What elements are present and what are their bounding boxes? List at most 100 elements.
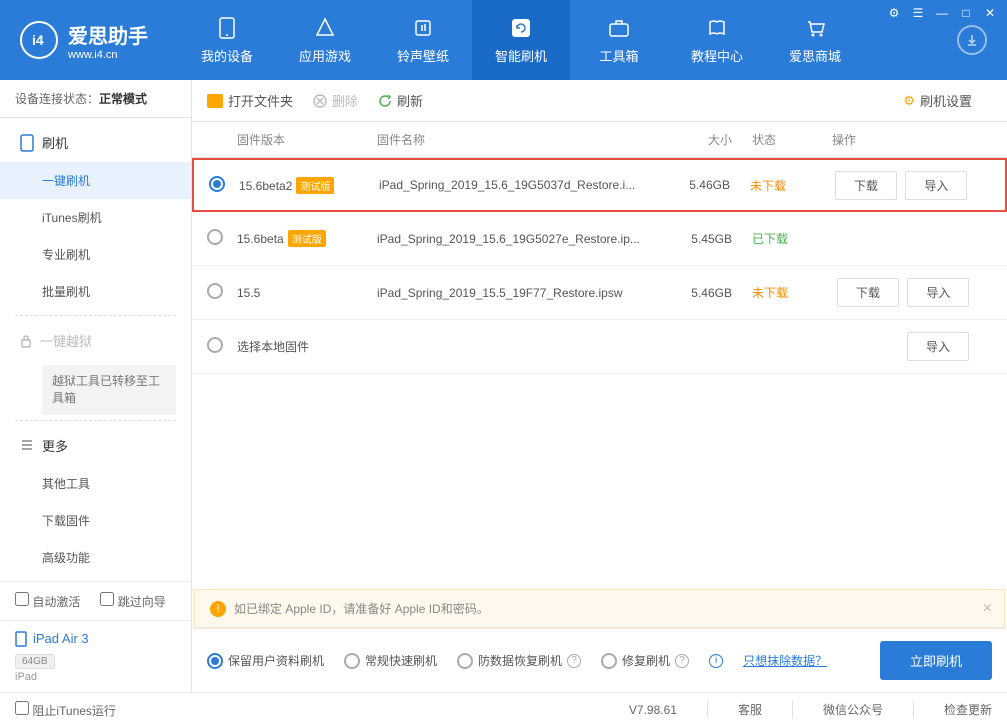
close-icon[interactable]: ✕ [979,4,1001,22]
sidebar-more[interactable]: 更多 [0,426,191,465]
option-anti-loss[interactable]: 防数据恢复刷机 ? [457,652,581,669]
radio-button [601,653,617,669]
phone-icon [215,16,239,40]
delete-button[interactable]: 删除 [313,91,358,110]
sidebar-oneclick-flash[interactable]: 一键刷机 [0,162,191,199]
table-header: 固件版本 固件名称 大小 状态 操作 [192,122,1007,158]
nav-tabs: 我的设备 应用游戏 铃声壁纸 智能刷机 工具箱 教程中心 爱思商城 [178,0,864,80]
table-row[interactable]: 15.6beta测试版 iPad_Spring_2019_15.6_19G502… [192,212,1007,266]
main-area: 设备连接状态：正常模式 刷机 一键刷机 iTunes刷机 专业刷机 批量刷机 一… [0,80,1007,692]
nav-tab-apps[interactable]: 应用游戏 [276,0,374,80]
book-icon [705,16,729,40]
storage-badge: 64GB [15,654,55,669]
footer: 阻止iTunes运行 V7.98.61 客服 微信公众号 检查更新 [0,692,1007,726]
nav-tab-store[interactable]: 爱思商城 [766,0,864,80]
col-action: 操作 [832,131,992,148]
sidebar-advanced[interactable]: 高级功能 [0,539,191,576]
import-button[interactable]: 导入 [905,171,967,200]
device-status: 设备连接状态：正常模式 [0,80,191,118]
phone-icon [20,134,34,152]
radio-button [207,653,223,669]
help-icon[interactable]: ? [567,654,581,668]
app-header: i4 爱思助手 www.i4.cn 我的设备 应用游戏 铃声壁纸 智能刷机 工具… [0,0,1007,80]
radio-button[interactable] [207,229,223,245]
table-body: 15.6beta2测试版 iPad_Spring_2019_15.6_19G50… [192,158,1007,589]
nav-tab-tutorial[interactable]: 教程中心 [668,0,766,80]
sidebar-flash[interactable]: 刷机 [0,123,191,162]
nav-tab-ringtone[interactable]: 铃声壁纸 [374,0,472,80]
close-notice-button[interactable]: × [983,600,992,618]
sidebar-pro-flash[interactable]: 专业刷机 [0,236,191,273]
open-folder-button[interactable]: 打开文件夹 [207,91,293,110]
warning-icon: ! [210,601,226,617]
radio-button[interactable] [207,283,223,299]
music-icon [411,16,435,40]
device-name: iPad Air 3 [15,631,176,647]
cart-icon [803,16,827,40]
lock-icon [20,334,32,348]
device-info: iPad Air 3 64GB iPad [0,620,191,693]
beta-badge: 测试版 [288,230,326,247]
refresh-icon [378,94,392,108]
option-normal[interactable]: 常规快速刷机 [344,652,437,669]
table-row[interactable]: 15.6beta2测试版 iPad_Spring_2019_15.6_19G50… [192,158,1007,212]
wechat-link[interactable]: 微信公众号 [792,701,883,718]
apps-icon [313,16,337,40]
customer-service-link[interactable]: 客服 [707,701,762,718]
download-button[interactable]: 下载 [835,171,897,200]
nav-tab-flash[interactable]: 智能刷机 [472,0,570,80]
sidebar: 设备连接状态：正常模式 刷机 一键刷机 iTunes刷机 专业刷机 批量刷机 一… [0,80,192,692]
import-button[interactable]: 导入 [907,332,969,361]
erase-link[interactable]: 只想抹除数据？ [743,652,827,669]
skip-guide-checkbox[interactable]: 跳过向导 [100,592,165,610]
check-update-link[interactable]: 检查更新 [913,701,992,718]
toolbar: 打开文件夹 删除 刷新 ⚙ 刷机设置 [192,80,1007,122]
import-button[interactable]: 导入 [907,278,969,307]
folder-icon [207,94,223,108]
download-button[interactable]: 下载 [837,278,899,307]
sidebar-itunes-flash[interactable]: iTunes刷机 [0,199,191,236]
maximize-icon[interactable]: □ [955,4,977,22]
options-bar: 保留用户资料刷机 常规快速刷机 防数据恢复刷机 ? 修复刷机 ? i 只想抹除数… [192,628,1007,692]
option-keep-data[interactable]: 保留用户资料刷机 [207,652,324,669]
radio-button[interactable] [209,176,225,192]
app-name: 爱思助手 [68,20,148,49]
info-icon: i [709,654,723,668]
col-name: 固件名称 [377,131,672,148]
settings-icon[interactable]: ⚙ [883,4,905,22]
table-row[interactable]: 15.5 iPad_Spring_2019_15.5_19F77_Restore… [192,266,1007,320]
refresh-icon [509,16,533,40]
logo-area: i4 爱思助手 www.i4.cn [0,20,168,61]
option-repair[interactable]: 修复刷机 ? [601,652,689,669]
radio-button [457,653,473,669]
ipad-icon [15,631,27,647]
radio-button[interactable] [207,337,223,353]
gear-icon: ⚙ [903,93,915,109]
refresh-button[interactable]: 刷新 [378,91,423,110]
radio-button [344,653,360,669]
checkbox-row: 自动激活 跳过向导 [0,582,191,620]
menu-icon [20,438,34,452]
flash-settings-button[interactable]: ⚙ 刷机设置 [903,91,972,110]
sidebar-other-tools[interactable]: 其他工具 [0,465,191,502]
sidebar-download-fw[interactable]: 下载固件 [0,502,191,539]
col-status: 状态 [752,131,832,148]
help-icon[interactable]: ? [675,654,689,668]
auto-activate-checkbox[interactable]: 自动激活 [15,592,80,610]
download-button[interactable] [957,25,987,55]
nav-tab-toolbox[interactable]: 工具箱 [570,0,668,80]
delete-icon [313,94,327,108]
toolbox-icon [607,16,631,40]
sidebar-batch-flash[interactable]: 批量刷机 [0,273,191,310]
minimize-icon[interactable]: — [931,4,953,22]
table-row[interactable]: 选择本地固件 导入 [192,320,1007,374]
content-area: 打开文件夹 删除 刷新 ⚙ 刷机设置 固件版本 固件名称 大小 状态 操作 [192,80,1007,692]
flash-now-button[interactable]: 立即刷机 [880,641,992,680]
block-itunes-checkbox[interactable]: 阻止iTunes运行 [15,701,116,719]
col-version: 固件版本 [237,131,377,148]
app-url: www.i4.cn [68,49,148,61]
version-label: V7.98.61 [629,703,677,717]
jailbreak-note: 越狱工具已转移至工具箱 [42,365,176,415]
menu-icon[interactable]: ☰ [907,4,929,22]
nav-tab-device[interactable]: 我的设备 [178,0,276,80]
